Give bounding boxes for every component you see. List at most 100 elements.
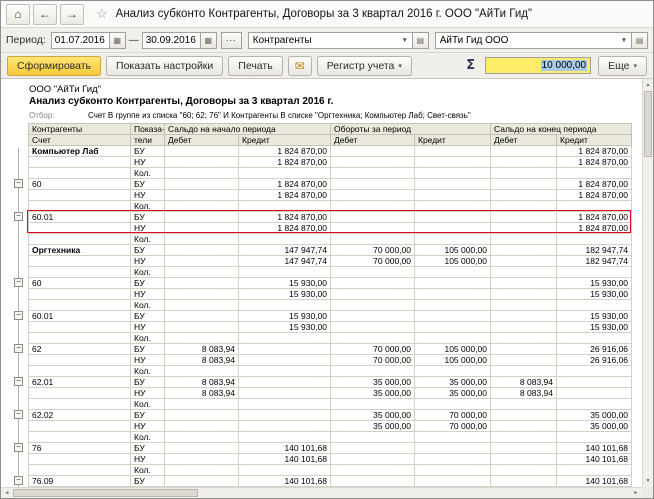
value-cell[interactable]: 105 000,00 [415, 355, 491, 366]
organization-list-button[interactable]: ▤ [632, 32, 648, 49]
value-cell[interactable] [331, 432, 415, 443]
favorite-star-icon[interactable]: ☆ [96, 6, 108, 22]
value-cell[interactable]: 35 000,00 [415, 377, 491, 388]
value-cell[interactable] [239, 300, 331, 311]
value-cell[interactable]: 1 824 870,00 [557, 179, 632, 190]
value-cell[interactable]: 15 930,00 [239, 311, 331, 322]
value-cell[interactable]: 35 000,00 [415, 388, 491, 399]
value-cell[interactable] [557, 432, 632, 443]
period-to-calendar-button[interactable]: ▦ [201, 32, 217, 49]
value-cell[interactable]: 70 000,00 [331, 344, 415, 355]
value-cell[interactable] [165, 300, 239, 311]
value-cell[interactable] [165, 454, 239, 465]
value-cell[interactable] [491, 355, 557, 366]
value-cell[interactable] [165, 410, 239, 421]
value-cell[interactable]: 35 000,00 [331, 388, 415, 399]
indicator-cell[interactable]: НУ [131, 454, 165, 465]
value-cell[interactable] [165, 465, 239, 476]
header-turnover[interactable]: Обороты за период [331, 124, 491, 135]
value-cell[interactable]: 35 000,00 [331, 377, 415, 388]
value-cell[interactable]: 70 000,00 [331, 355, 415, 366]
account-cell[interactable] [29, 388, 131, 399]
value-cell[interactable]: 35 000,00 [557, 421, 632, 432]
value-cell[interactable] [557, 388, 632, 399]
account-cell[interactable] [29, 333, 131, 344]
indicator-cell[interactable]: НУ [131, 256, 165, 267]
value-cell[interactable] [165, 190, 239, 201]
value-cell[interactable] [239, 432, 331, 443]
indicator-cell[interactable]: Кол. [131, 465, 165, 476]
value-cell[interactable]: 1 824 870,00 [557, 190, 632, 201]
value-cell[interactable]: 140 101,68 [239, 454, 331, 465]
value-cell[interactable] [491, 476, 557, 487]
value-cell[interactable] [331, 443, 415, 454]
value-cell[interactable] [165, 421, 239, 432]
value-cell[interactable] [491, 300, 557, 311]
value-cell[interactable] [415, 399, 491, 410]
indicator-cell[interactable]: НУ [131, 289, 165, 300]
indicator-cell[interactable]: Кол. [131, 267, 165, 278]
period-choose-button[interactable]: ... [221, 32, 242, 49]
dropdown-arrow-icon[interactable]: ▼ [617, 37, 631, 44]
value-cell[interactable] [491, 421, 557, 432]
scroll-down-icon[interactable]: ▼ [643, 476, 653, 486]
account-cell[interactable]: 60 [29, 278, 131, 289]
value-cell[interactable] [165, 234, 239, 245]
value-cell[interactable] [239, 234, 331, 245]
value-cell[interactable] [491, 443, 557, 454]
value-cell[interactable]: 15 930,00 [557, 322, 632, 333]
value-cell[interactable] [165, 201, 239, 212]
value-cell[interactable]: 1 824 870,00 [239, 146, 331, 157]
subconto-list-button[interactable]: ▤ [413, 32, 429, 49]
collapse-group-button[interactable]: − [14, 344, 23, 353]
value-cell[interactable] [331, 454, 415, 465]
value-cell[interactable] [165, 399, 239, 410]
value-cell[interactable]: 1 824 870,00 [239, 179, 331, 190]
indicator-cell[interactable]: НУ [131, 388, 165, 399]
value-cell[interactable]: 1 824 870,00 [239, 190, 331, 201]
account-cell[interactable]: 76 [29, 443, 131, 454]
header-debit[interactable]: Дебет [491, 135, 557, 146]
value-cell[interactable]: 15 930,00 [239, 322, 331, 333]
account-cell[interactable] [29, 289, 131, 300]
account-cell[interactable]: 62.01 [29, 377, 131, 388]
home-button[interactable]: ⌂ [6, 4, 30, 25]
value-cell[interactable]: 26 916,06 [557, 355, 632, 366]
value-cell[interactable] [239, 267, 331, 278]
value-cell[interactable]: 15 930,00 [557, 278, 632, 289]
account-cell[interactable] [29, 366, 131, 377]
vertical-scrollbar-thumb[interactable] [644, 91, 652, 157]
value-cell[interactable] [165, 322, 239, 333]
account-cell[interactable] [29, 234, 131, 245]
value-cell[interactable] [415, 223, 491, 234]
value-cell[interactable] [491, 179, 557, 190]
indicator-cell[interactable]: Кол. [131, 432, 165, 443]
account-cell[interactable] [29, 300, 131, 311]
value-cell[interactable] [239, 421, 331, 432]
value-cell[interactable] [165, 168, 239, 179]
value-cell[interactable] [491, 201, 557, 212]
value-cell[interactable]: 140 101,68 [557, 476, 632, 487]
value-cell[interactable] [415, 300, 491, 311]
value-cell[interactable] [239, 168, 331, 179]
indicator-cell[interactable]: НУ [131, 157, 165, 168]
value-cell[interactable]: 35 000,00 [557, 410, 632, 421]
indicator-cell[interactable]: НУ [131, 355, 165, 366]
header-contractors[interactable]: Контрагенты [29, 124, 131, 135]
value-cell[interactable] [491, 289, 557, 300]
autosum-field[interactable]: 10 000,00 [485, 57, 591, 74]
value-cell[interactable] [415, 311, 491, 322]
indicator-cell[interactable]: БУ [131, 245, 165, 256]
value-cell[interactable] [331, 267, 415, 278]
collapse-group-button[interactable]: − [14, 179, 23, 188]
print-button[interactable]: Печать [228, 56, 282, 76]
value-cell[interactable] [331, 190, 415, 201]
value-cell[interactable] [331, 333, 415, 344]
header-indicator-top[interactable]: Показа- [131, 124, 165, 135]
value-cell[interactable] [415, 234, 491, 245]
value-cell[interactable] [331, 223, 415, 234]
period-to-input[interactable]: 30.09.2016 [142, 32, 201, 49]
value-cell[interactable] [415, 366, 491, 377]
value-cell[interactable]: 1 824 870,00 [239, 157, 331, 168]
account-cell[interactable] [29, 355, 131, 366]
